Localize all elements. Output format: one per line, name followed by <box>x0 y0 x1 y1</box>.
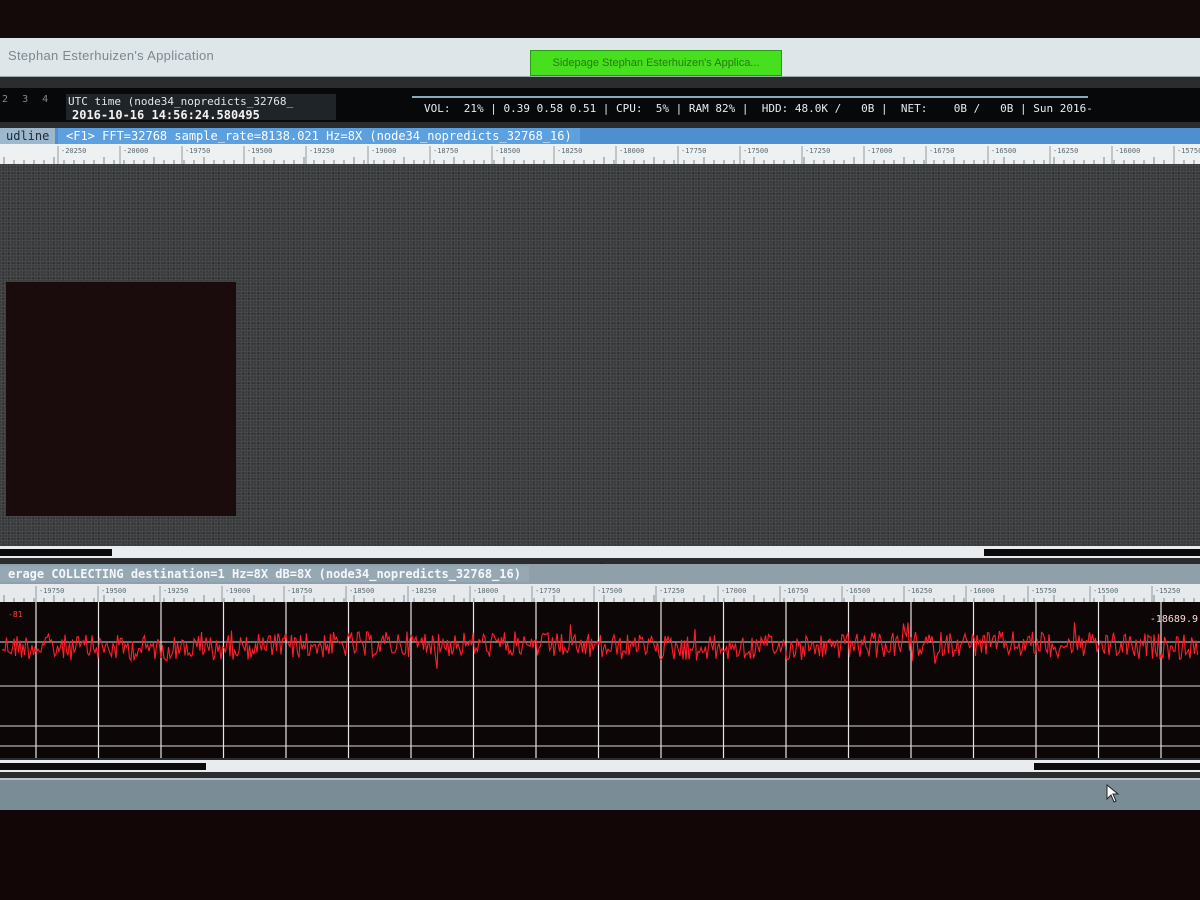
average-tab-bar: erage COLLECTING destination=1 Hz=8X dB=… <box>0 564 1200 584</box>
ruler-tick-label: -16750 <box>783 587 808 595</box>
ruler-tick-label: -16500 <box>991 147 1016 155</box>
ruler-ticks-top: -20250 -20000 -19750 -19500 -19250 -19000 -187… <box>3 146 1200 164</box>
ruler-tick-label: -19500 <box>247 147 272 155</box>
ruler-tick-label: -20000 <box>123 147 148 155</box>
monitor-bezel-top <box>0 0 1200 38</box>
ruler-tick-label: -16250 <box>907 587 932 595</box>
signal-trace <box>1 622 1199 669</box>
ruler-tick-label: -17750 <box>535 587 560 595</box>
ruler-tick-label: -19000 <box>225 587 250 595</box>
ruler-tick-label: -16750 <box>929 147 954 155</box>
window-title-bar[interactable]: Stephan Esterhuizen's Application Sidepa… <box>0 38 1200 77</box>
frequency-ruler-bottom: -19750 -19500 -19250 -19000 -18750 -18500 -182… <box>0 584 1200 602</box>
stats-divider <box>412 96 1088 98</box>
ruler-tick-label: -18000 <box>619 147 644 155</box>
ruler-tick-label: -17250 <box>659 587 684 595</box>
ruler-tick-label: -15500 <box>1093 587 1118 595</box>
spectrum-scrollbar[interactable] <box>0 546 1200 558</box>
system-stats: VOL: 21% | 0.39 0.58 0.51 | CPU: 5% | RA… <box>424 102 1093 115</box>
ruler-tick-label: -19500 <box>101 587 126 595</box>
spectrum-tab-bar: udline <F1> FFT=32768 sample_rate=8138.0… <box>0 128 1200 144</box>
peak-readout: -18689.9 <box>1149 614 1198 625</box>
scrollbar-right-segment[interactable] <box>984 549 1200 556</box>
scrollbar-left-segment[interactable] <box>0 763 206 770</box>
average-waveform-plot[interactable]: -81 -18689.9 <box>0 602 1200 758</box>
ruler-tick-label: -18500 <box>349 587 374 595</box>
waveform-svg <box>0 602 1200 758</box>
workspace-3[interactable]: 3 <box>22 94 28 105</box>
ruler-tick-label: -20250 <box>61 147 86 155</box>
ruler-tick-label: -16250 <box>1053 147 1078 155</box>
ruler-tick-label: -17000 <box>867 147 892 155</box>
ruler-tick-label: -19000 <box>371 147 396 155</box>
ruler-tick-label: -16000 <box>969 587 994 595</box>
ruler-ticks-bottom: -19750 -19500 -19250 -19000 -18750 -18500 -182… <box>3 586 1195 602</box>
utc-time-value: 2016-10-16 14:56:24.580495 <box>72 108 260 120</box>
ruler-tick-label: -16500 <box>845 587 870 595</box>
status-bar: 2 3 4 UTC time (node34_nopredicts_32768_… <box>0 88 1200 122</box>
screen: Stephan Esterhuizen's Application Sidepa… <box>0 38 1200 810</box>
taskbar-app-button[interactable]: Sidepage Stephan Esterhuizen's Applica..… <box>530 50 782 76</box>
ruler-tick-label: -18750 <box>287 587 312 595</box>
scrollbar-left-segment[interactable] <box>0 549 112 556</box>
window-title: Stephan Esterhuizen's Application <box>8 48 215 63</box>
spectrogram-view[interactable] <box>0 164 1200 581</box>
ruler-tick-label: -17250 <box>805 147 830 155</box>
workspace-switcher[interactable]: 2 3 4 <box>2 94 56 105</box>
ruler-tick-label: -18500 <box>495 147 520 155</box>
ruler-tick-label: -17500 <box>597 587 622 595</box>
ruler-tick-label: -19250 <box>309 147 334 155</box>
ruler-tick-label: -18000 <box>473 587 498 595</box>
scrollbar-right-segment[interactable] <box>1034 763 1200 770</box>
ruler-tick-label: -18750 <box>433 147 458 155</box>
ruler-tick-label: -18250 <box>411 587 436 595</box>
monitor-bezel-bottom <box>0 810 1200 900</box>
utc-time-widget: UTC time (node34_nopredicts_32768_ 2016-… <box>66 94 336 120</box>
ruler-tick-label: -15250 <box>1155 587 1180 595</box>
tab-average[interactable]: erage COLLECTING destination=1 Hz=8X dB=… <box>0 566 529 582</box>
frequency-ruler-top: -20250 -20000 -19750 -19500 -19250 -19000 -187… <box>0 144 1200 164</box>
bottom-panel <box>0 778 1200 810</box>
ruler-tick-label: -18250 <box>557 147 582 155</box>
workspace-4[interactable]: 4 <box>42 94 48 105</box>
ruler-tick-label: -17500 <box>743 147 768 155</box>
ruler-tick-label: -17000 <box>721 587 746 595</box>
utc-time-label: UTC time (node34_nopredicts_32768_ <box>68 95 294 108</box>
tab-waterfall[interactable]: udline <box>0 128 56 144</box>
y-axis-label: -81 <box>8 610 23 619</box>
ruler-tick-label: -17750 <box>681 147 706 155</box>
ruler-tick-label: -15750 <box>1031 587 1056 595</box>
ruler-tick-label: -19250 <box>163 587 188 595</box>
mouse-cursor-icon <box>1106 784 1120 803</box>
workspace-2[interactable]: 2 <box>2 94 8 105</box>
plot-scrollbar[interactable] <box>0 760 1200 772</box>
ruler-tick-label: -19750 <box>185 147 210 155</box>
overlay-panel <box>6 282 236 516</box>
ruler-tick-label: -19750 <box>39 587 64 595</box>
ruler-tick-label: -15750 <box>1177 147 1200 155</box>
ruler-tick-label: -16000 <box>1115 147 1140 155</box>
tab-fft[interactable]: <F1> FFT=32768 sample_rate=8138.021 Hz=8… <box>58 128 580 144</box>
